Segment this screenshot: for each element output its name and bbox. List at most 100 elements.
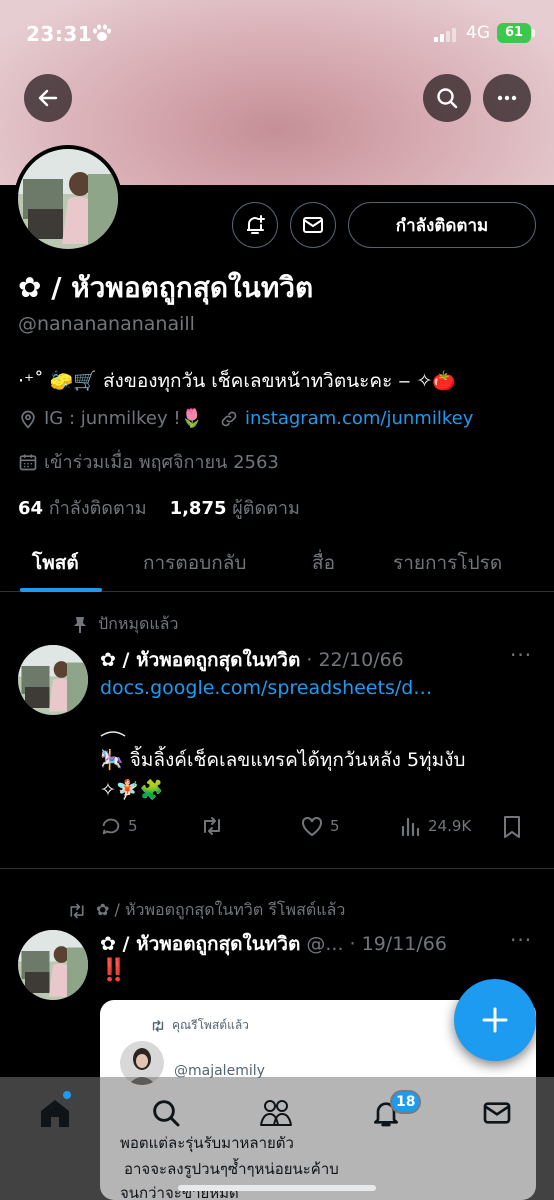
- tweet-author-name[interactable]: ✿ / หัวพอตถูกสุดในทวิต: [100, 649, 300, 671]
- followers-count: 1,875: [169, 498, 227, 519]
- swoosh-decoration: [100, 731, 126, 737]
- active-tab-indicator: [20, 588, 102, 592]
- profile-website-link[interactable]: instagram.com/junmilkey: [245, 408, 473, 429]
- tweet-text-line: ✧🧚🏻🧩: [100, 779, 164, 801]
- following-link[interactable]: 64 กำลังติดตาม: [18, 498, 147, 519]
- profile-joined-date: เข้าร่วมเมื่อ พฤศจิกายน 2563: [44, 452, 279, 473]
- communities-icon: [260, 1100, 292, 1126]
- heart-icon: [302, 816, 322, 837]
- search-icon: [153, 1100, 180, 1127]
- home-unread-dot: [63, 1091, 71, 1099]
- card-repost-text: คุณรีโพสต์แล้ว: [172, 1018, 249, 1032]
- network-type: 4G: [466, 23, 490, 43]
- tweet-avatar[interactable]: [18, 930, 88, 1000]
- followers-label: ผู้ติดตาม: [232, 498, 300, 519]
- reply-icon: [102, 818, 120, 835]
- tweet-text: 🎠 จิ้มลิ้งค์เช็คเลขแทรคได้ทุกวันหลัง 5ทุ…: [100, 745, 540, 805]
- tweet-avatar-photo: [18, 930, 88, 1000]
- pinned-label: ปักหมุดแล้ว: [72, 612, 178, 637]
- bookmark-button[interactable]: [502, 815, 522, 839]
- back-button[interactable]: [24, 74, 72, 122]
- location-pin-icon: [21, 410, 35, 429]
- tweet-author-handle: @...: [306, 933, 344, 955]
- battery-icon: [532, 29, 535, 37]
- tweet-date: · 22/10/66: [306, 649, 404, 671]
- plus-icon: [482, 1007, 508, 1033]
- tweet-header: ✿ / หัวพอตถูกสุดในทวิต · 22/10/66: [100, 645, 404, 675]
- like-count: 5: [330, 817, 340, 835]
- following-button[interactable]: กำลังติดตาม: [348, 202, 536, 248]
- cellular-signal-icon: [434, 26, 460, 42]
- tweet-avatar[interactable]: [18, 645, 88, 715]
- views-button[interactable]: 24.9K: [400, 815, 471, 837]
- search-button[interactable]: [423, 74, 471, 122]
- search-icon: [437, 88, 458, 109]
- nav-messages[interactable]: [479, 1095, 515, 1131]
- profile-stats: 64 กำลังติดตาม 1,875 ผู้ติดตาม: [18, 493, 300, 522]
- tab-posts[interactable]: โพสต์: [32, 548, 79, 578]
- calendar-icon: [19, 454, 37, 470]
- compose-post-button[interactable]: [454, 979, 536, 1061]
- nav-search[interactable]: [148, 1095, 184, 1131]
- tab-media[interactable]: สื่อ: [312, 548, 335, 578]
- profile-location: IG : junmilkey !🌷: [44, 408, 203, 429]
- profile-joined-row: เข้าร่วมเมื่อ พฤศจิกายน 2563: [18, 447, 279, 476]
- more-options-button[interactable]: [483, 74, 531, 122]
- tweet-header: ✿ / หัวพอตถูกสุดในทวิต @... · 19/11/66: [100, 929, 447, 959]
- profile-display-name: ✿ / หัวพอตถูกสุดในทวิต: [18, 271, 314, 304]
- profile-handle: @nanananananaill: [18, 313, 195, 335]
- like-button[interactable]: 5: [300, 815, 340, 837]
- link-icon: [221, 411, 237, 426]
- tweet-link[interactable]: docs.google.com/spreadsheets/d…: [100, 677, 432, 699]
- view-count: 24.9K: [428, 817, 472, 835]
- repost-label: ✿ / หัวพอตถูกสุดในทวิต รีโพสต์แล้ว: [66, 898, 345, 923]
- profile-bio: ·⁺˚ 🧽🛒 ส่งของทุกวัน เช็คเลขหน้าทวิตนะคะ …: [18, 370, 457, 392]
- status-time: 23:31: [26, 22, 93, 46]
- reply-count: 5: [128, 817, 138, 835]
- tweet-more-button[interactable]: ···: [510, 643, 532, 667]
- message-button[interactable]: [290, 202, 336, 248]
- home-icon: [41, 1100, 69, 1127]
- tweet-avatar-photo: [18, 645, 88, 715]
- nav-communities[interactable]: [258, 1095, 294, 1131]
- pin-icon: [74, 616, 86, 633]
- arrow-left-icon: [38, 89, 58, 107]
- tab-likes[interactable]: รายการโปรด: [393, 548, 502, 578]
- pinned-text: ปักหมุดแล้ว: [98, 614, 179, 633]
- tweet-text: ‼️: [100, 958, 128, 983]
- bookmark-icon: [504, 816, 520, 838]
- card-text-line: พอตแต่ละรุ่นรับมาหลายตัว: [120, 1134, 294, 1152]
- notify-button[interactable]: [232, 202, 278, 248]
- repost-icon: [70, 903, 84, 918]
- envelope-icon: [483, 1102, 511, 1124]
- nav-home[interactable]: [37, 1095, 73, 1131]
- home-indicator[interactable]: [178, 1185, 376, 1191]
- notifications-badge: 18: [390, 1090, 422, 1114]
- battery-level: 61: [497, 23, 531, 43]
- envelope-icon: [303, 217, 323, 233]
- profile-avatar[interactable]: [14, 145, 122, 253]
- profile-tabs: โพสต์ การตอบกลับ สื่อ รายการโปรด: [0, 530, 554, 592]
- tweet-divider: [0, 868, 554, 869]
- repost-icon: [204, 817, 220, 835]
- status-bar: 23:31 4G 61: [0, 0, 554, 66]
- reply-button[interactable]: 5: [100, 815, 138, 837]
- bell-plus-icon: [247, 215, 265, 234]
- tweet-actions: 5 5 24.9K: [100, 815, 530, 841]
- card-text-line: อาจจะลงรูปวนๆซ้ำๆหน่อยนะค้าบ: [124, 1160, 339, 1178]
- followers-link[interactable]: 1,875 ผู้ติดตาม: [170, 498, 300, 519]
- tweet-date: · 19/11/66: [349, 933, 447, 955]
- profile-location-row: IG : junmilkey !🌷 instagram.com/junmilke…: [18, 408, 473, 429]
- profile-photo: [18, 149, 118, 249]
- tweet-text-line: 🎠 จิ้มลิ้งค์เช็คเลขแทรคได้ทุกวันหลัง 5ทุ…: [100, 749, 466, 771]
- repost-icon: [152, 1019, 164, 1032]
- following-label: กำลังติดตาม: [48, 498, 147, 519]
- paw-icon: [93, 24, 111, 41]
- card-repost-label: คุณรีโพสต์แล้ว: [150, 1016, 249, 1035]
- tab-replies[interactable]: การตอบกลับ: [143, 548, 246, 578]
- repost-button[interactable]: [200, 815, 224, 837]
- analytics-icon: [401, 817, 420, 837]
- repost-label-text: ✿ / หัวพอตถูกสุดในทวิต รีโพสต์แล้ว: [96, 900, 346, 919]
- tweet-author-name[interactable]: ✿ / หัวพอตถูกสุดในทวิต: [100, 933, 300, 955]
- tweet-more-button[interactable]: ···: [510, 928, 532, 952]
